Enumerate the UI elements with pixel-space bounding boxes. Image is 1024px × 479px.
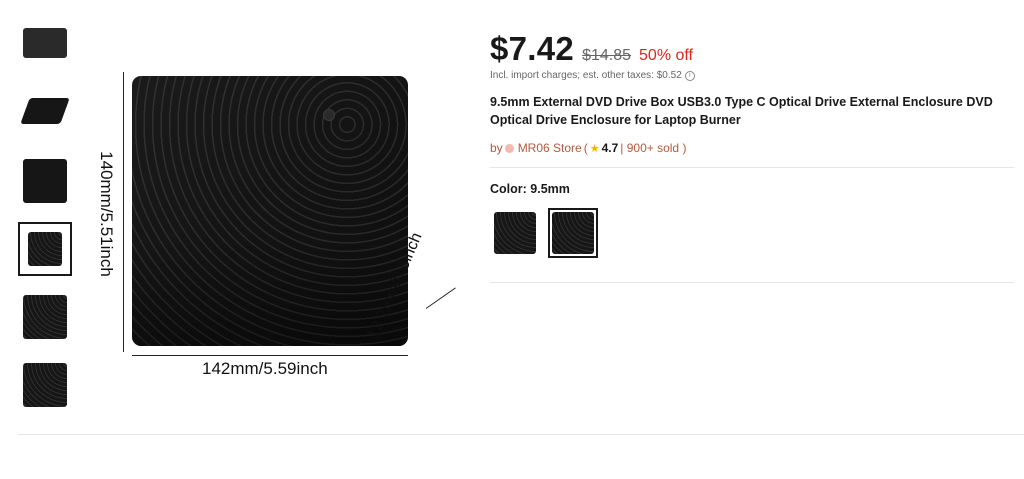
thumbnail-3[interactable]: [18, 154, 72, 208]
thumbnail-image: [23, 28, 67, 58]
color-label: Color: 9.5mm: [490, 182, 570, 196]
thumbnail-2[interactable]: [18, 84, 72, 138]
height-dimension-line: [123, 72, 124, 352]
store-rating: 4.7: [601, 141, 619, 155]
width-dimension-label: 142mm/5.59inch: [202, 359, 328, 378]
thumbnail-image: [23, 363, 67, 407]
price-row: $7.42 $14.85 50% off: [490, 30, 1014, 68]
thumbnail-image: [20, 98, 70, 124]
store-link[interactable]: MR06 Store: [518, 141, 582, 155]
swatch-image: [552, 212, 594, 254]
product-info-panel: $7.42 $14.85 50% off Incl. import charge…: [490, 30, 1014, 283]
star-icon: ★: [589, 142, 600, 155]
thumbnail-1[interactable]: [18, 16, 72, 70]
main-product-image[interactable]: 140mm/5.51inch 142mm/5.59inch 12.7mm/0.5…: [92, 66, 478, 406]
color-swatch-2[interactable]: [548, 208, 598, 258]
thumbnail-6[interactable]: [18, 358, 72, 412]
thumbnail-4[interactable]: [18, 222, 72, 276]
store-sold-count: | 900+ sold ): [620, 141, 687, 155]
store-row: by MR06 Store ( ★ 4.7 | 900+ sold ): [490, 141, 1014, 155]
color-swatch-list: [490, 208, 1014, 258]
section-divider: [490, 282, 1014, 283]
store-icon: [504, 143, 514, 153]
thumbnail-5[interactable]: [18, 290, 72, 344]
thumbnail-image: [28, 232, 62, 266]
thumbnail-image: [23, 295, 67, 339]
thumbnail-image: [23, 159, 67, 203]
info-icon[interactable]: i: [684, 70, 695, 81]
width-dimension-line: [132, 355, 408, 356]
section-divider: [490, 167, 1014, 168]
color-swatch-1[interactable]: [490, 208, 540, 258]
swatch-image: [494, 212, 536, 254]
page-divider: [18, 434, 1024, 435]
product-title: 9.5mm External DVD Drive Box USB3.0 Type…: [490, 95, 993, 127]
tax-note-text: Incl. import charges; est. other taxes: …: [490, 70, 682, 81]
original-price: $14.85: [582, 47, 632, 64]
current-price: $7.42: [490, 30, 575, 67]
depth-dimension-line: [425, 287, 456, 309]
store-paren-open: (: [583, 141, 588, 155]
discount-badge: 50% off: [639, 47, 693, 64]
height-dimension-label: 140mm/5.51inch: [97, 151, 116, 277]
power-led: [324, 110, 334, 120]
dvd-drive-enclosure: [132, 76, 408, 346]
tax-note: Incl. import charges; est. other taxes: …: [490, 70, 1014, 81]
store-by-label: by: [490, 141, 503, 155]
